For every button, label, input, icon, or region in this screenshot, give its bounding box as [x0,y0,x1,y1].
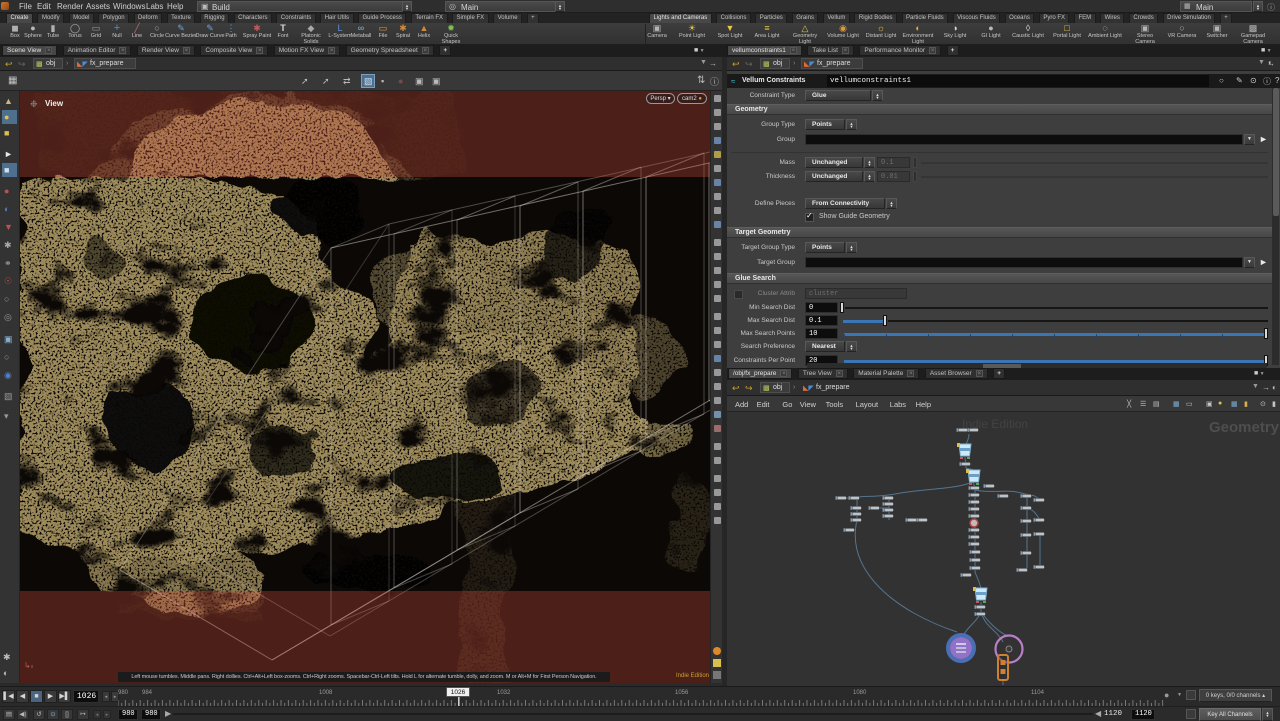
svg-text:1080: 1080 [853,690,867,696]
svg-text:1056: 1056 [675,690,689,696]
svg-text:984: 984 [142,690,153,696]
svg-text:1032: 1032 [497,690,511,696]
svg-text:1104: 1104 [1031,690,1045,696]
svg-text:1008: 1008 [319,690,333,696]
svg-text:980: 980 [118,690,129,696]
